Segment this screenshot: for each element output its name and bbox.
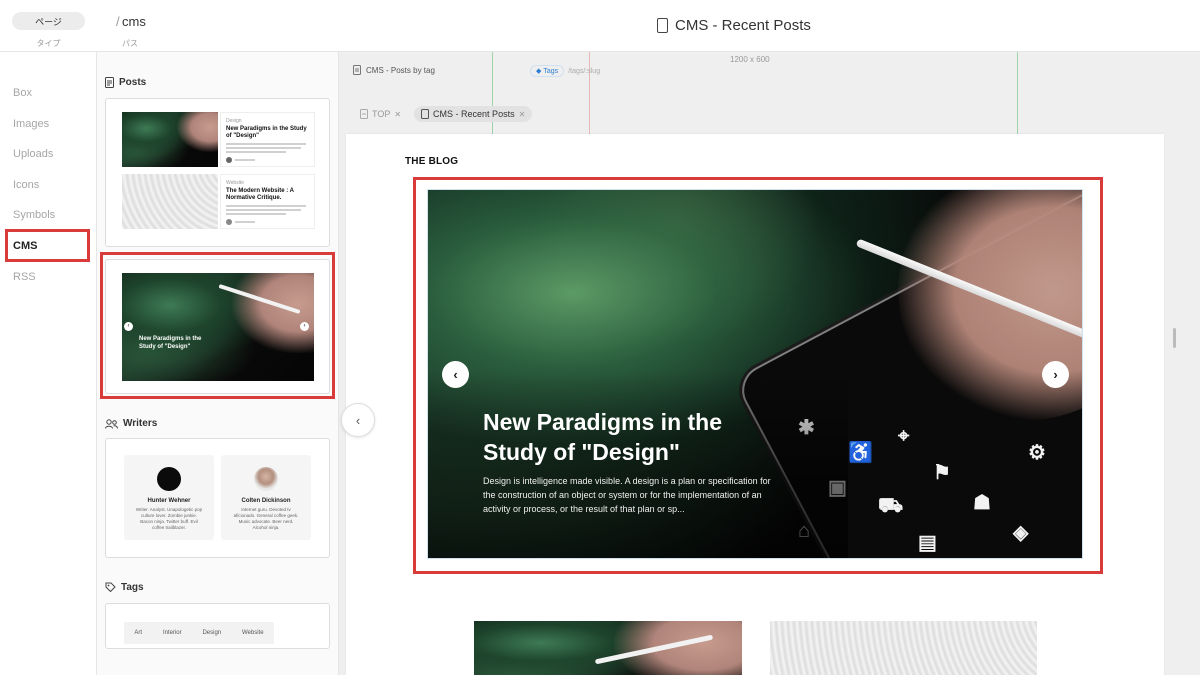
hero-slider[interactable]: ✱ ♿ ⌖ ▣ ⚑ ⛟ ☗ ⌂ ▤ ◈ ⚙ New Paradigms in t… xyxy=(427,189,1083,559)
post-card-title: The Modern Website : A Normative Critiqu… xyxy=(226,188,294,202)
top-bar: ページ タイプ / cms パス CMS - Recent Posts xyxy=(0,0,1200,52)
tag-icon: ◆ xyxy=(536,68,542,75)
users-icon xyxy=(105,418,118,429)
path-label: パス xyxy=(122,39,138,48)
tag-path: /tags/:slug xyxy=(568,67,601,75)
tag-item: Interior xyxy=(162,630,182,636)
doc-icon xyxy=(421,109,430,119)
post-card-tag: Design xyxy=(226,118,242,124)
avatar xyxy=(226,219,232,225)
tags-section-title: Tags xyxy=(121,582,144,593)
chevron-left-icon: ‹ xyxy=(355,412,361,428)
path-slash: / xyxy=(116,14,120,29)
writers-component[interactable]: Hunter Wehner Writer. Analyst. Unapologe… xyxy=(105,438,330,558)
nav-item-images[interactable]: Images xyxy=(13,118,49,130)
tab-label: TOP xyxy=(372,109,391,119)
post-card-tag: Website xyxy=(226,180,244,186)
tag-chip[interactable]: ◆ Tags xyxy=(530,65,565,77)
nav-item-rss[interactable]: RSS xyxy=(13,271,36,283)
avatar xyxy=(226,157,232,163)
tag-chip-label: Tags xyxy=(543,67,559,75)
chevron-right-icon: › xyxy=(1053,367,1058,382)
writer-name: Colten Dickinson xyxy=(241,498,291,504)
hero-title: New Paradigms in the Study of "Design" xyxy=(483,409,723,465)
doc-icon xyxy=(657,18,668,33)
close-icon[interactable]: ✕ xyxy=(519,110,526,119)
doc-icon xyxy=(353,65,361,75)
page-tabs: TOP ✕ CMS - Recent Posts ✕ xyxy=(353,106,533,122)
writer-bio: Writer. Analyst. Unapologetic pop cultur… xyxy=(135,507,203,530)
page-title: CMS - Recent Posts xyxy=(675,17,811,34)
nav-item-uploads[interactable]: Uploads xyxy=(13,148,53,160)
post-card-body: Design New Paradigms in the Study of "De… xyxy=(220,112,315,167)
posts-section-title: Posts xyxy=(119,77,147,88)
page-type-label: タイプ xyxy=(36,39,61,48)
tab-recent-posts[interactable]: CMS - Recent Posts ✕ xyxy=(414,106,533,122)
path-input[interactable]: cms xyxy=(122,14,146,29)
blog-label: THE BLOG xyxy=(405,156,459,167)
canvas-area[interactable]: 1200 x 600 CMS - Posts by tag ◆ Tags /ta… xyxy=(339,52,1200,675)
post-thumbnail[interactable] xyxy=(474,621,742,675)
guide-line xyxy=(492,52,493,137)
slider-highlight-box xyxy=(100,252,335,399)
guide-line xyxy=(1017,52,1018,137)
nav-item-icons[interactable]: Icons xyxy=(13,179,39,191)
breadcrumb-tag-group: ◆ Tags /tags/:slug xyxy=(530,65,600,77)
slider-prev-button[interactable]: ‹ xyxy=(442,361,469,388)
scrollbar-handle[interactable] xyxy=(1173,328,1176,348)
posts-list-component[interactable]: Design New Paradigms in the Study of "De… xyxy=(105,98,330,247)
tag-item: Website xyxy=(242,630,264,636)
tag-item: Art xyxy=(134,630,143,636)
posts-section-header: Posts xyxy=(105,77,146,88)
post-card-image xyxy=(122,174,218,229)
post-card-title: New Paradigms in the Study of "Design" xyxy=(226,126,307,140)
tag-item: Design xyxy=(202,630,222,636)
tag-list: Art Interior Design Website xyxy=(124,622,274,644)
post-card-image xyxy=(122,112,218,167)
writers-section-title: Writers xyxy=(123,418,158,429)
writers-section-header: Writers xyxy=(105,418,157,429)
tab-label: CMS - Recent Posts xyxy=(433,109,515,119)
writer-bio: Internet guru. Devoted tv aficionado. Ge… xyxy=(233,507,299,530)
close-icon[interactable]: ✕ xyxy=(394,110,401,119)
breadcrumb-page[interactable]: CMS - Posts by tag xyxy=(366,66,435,75)
breadcrumb: CMS - Posts by tag xyxy=(353,65,435,75)
tab-top[interactable]: TOP ✕ xyxy=(353,106,408,122)
avatar xyxy=(254,467,278,491)
nav-item-box[interactable]: Box xyxy=(13,87,32,99)
cms-highlight-box xyxy=(5,229,90,262)
writer-card: Colten Dickinson Internet guru. Devoted … xyxy=(221,455,311,540)
left-nav: Box Images Uploads Icons Symbols CMS RSS xyxy=(0,52,97,675)
post-card-body: Website The Modern Website : A Normative… xyxy=(220,174,315,229)
page-type-selector[interactable]: ページ xyxy=(12,12,85,30)
chevron-left-icon: ‹ xyxy=(453,367,458,382)
avatar xyxy=(157,467,181,491)
tags-section-header: Tags xyxy=(105,582,144,593)
tags-component[interactable]: Art Interior Design Website xyxy=(105,603,330,649)
canvas-size-readout: 1200 x 600 xyxy=(730,55,770,64)
slider-next-button[interactable]: › xyxy=(1042,361,1069,388)
writer-name: Hunter Wehner xyxy=(147,498,191,504)
doc-icon xyxy=(360,109,368,119)
writer-card: Hunter Wehner Writer. Analyst. Unapologe… xyxy=(124,455,214,540)
doc-icon xyxy=(105,77,114,88)
collapse-panel-button[interactable]: ‹ xyxy=(341,403,375,437)
tag-icon xyxy=(105,582,116,593)
page-preview[interactable]: THE BLOG ✱ ♿ ⌖ ▣ ⚑ ⛟ ☗ ⌂ ▤ ◈ ⚙ New Parad… xyxy=(346,134,1164,675)
nav-item-symbols[interactable]: Symbols xyxy=(13,209,55,221)
page-title-group: CMS - Recent Posts xyxy=(657,17,811,34)
post-thumbnail[interactable] xyxy=(770,621,1037,675)
hero-body: Design is intelligence made visible. A d… xyxy=(483,476,771,515)
